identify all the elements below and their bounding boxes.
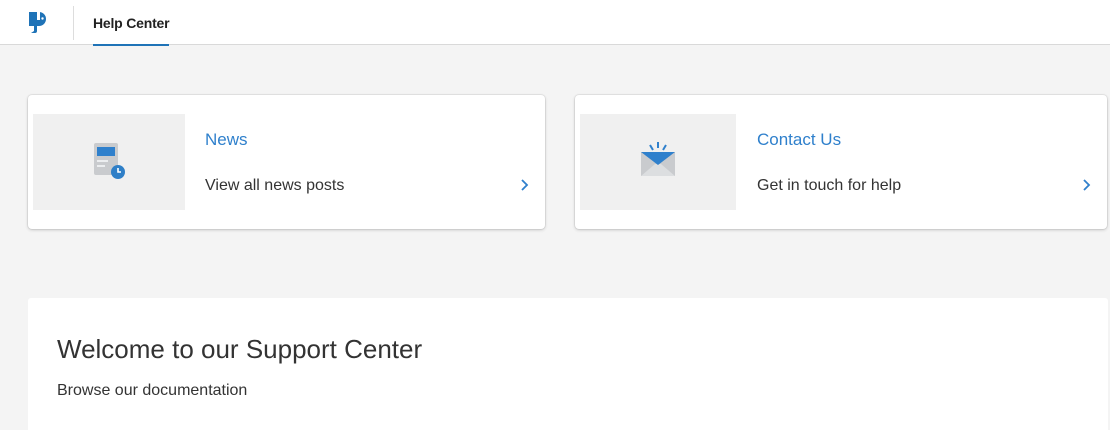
news-document-clock-icon	[88, 139, 130, 186]
tab-help-center[interactable]: Help Center	[93, 0, 170, 46]
envelope-notification-icon	[638, 140, 678, 185]
welcome-subtext: Browse our documentation	[57, 382, 248, 399]
contact-us-card[interactable]: Contact Us Get in touch for help	[575, 95, 1107, 229]
brand-logo-icon[interactable]	[26, 10, 50, 36]
news-card[interactable]: News View all news posts	[28, 95, 545, 229]
news-thumbnail	[33, 114, 185, 210]
contact-card-description: Get in touch for help	[757, 177, 902, 194]
news-card-description: View all news posts	[205, 177, 345, 194]
welcome-heading: Welcome to our Support Center	[57, 334, 423, 364]
welcome-section: Welcome to our Support Center Browse our…	[28, 298, 1108, 430]
top-navigation-bar: Help Center	[0, 0, 1110, 46]
chevron-right-icon[interactable]	[519, 178, 531, 192]
news-card-title[interactable]: News	[205, 130, 248, 150]
contact-thumbnail	[580, 114, 736, 210]
contact-card-title[interactable]: Contact Us	[757, 130, 841, 150]
header-divider	[73, 6, 74, 40]
chevron-right-icon[interactable]	[1081, 178, 1093, 192]
